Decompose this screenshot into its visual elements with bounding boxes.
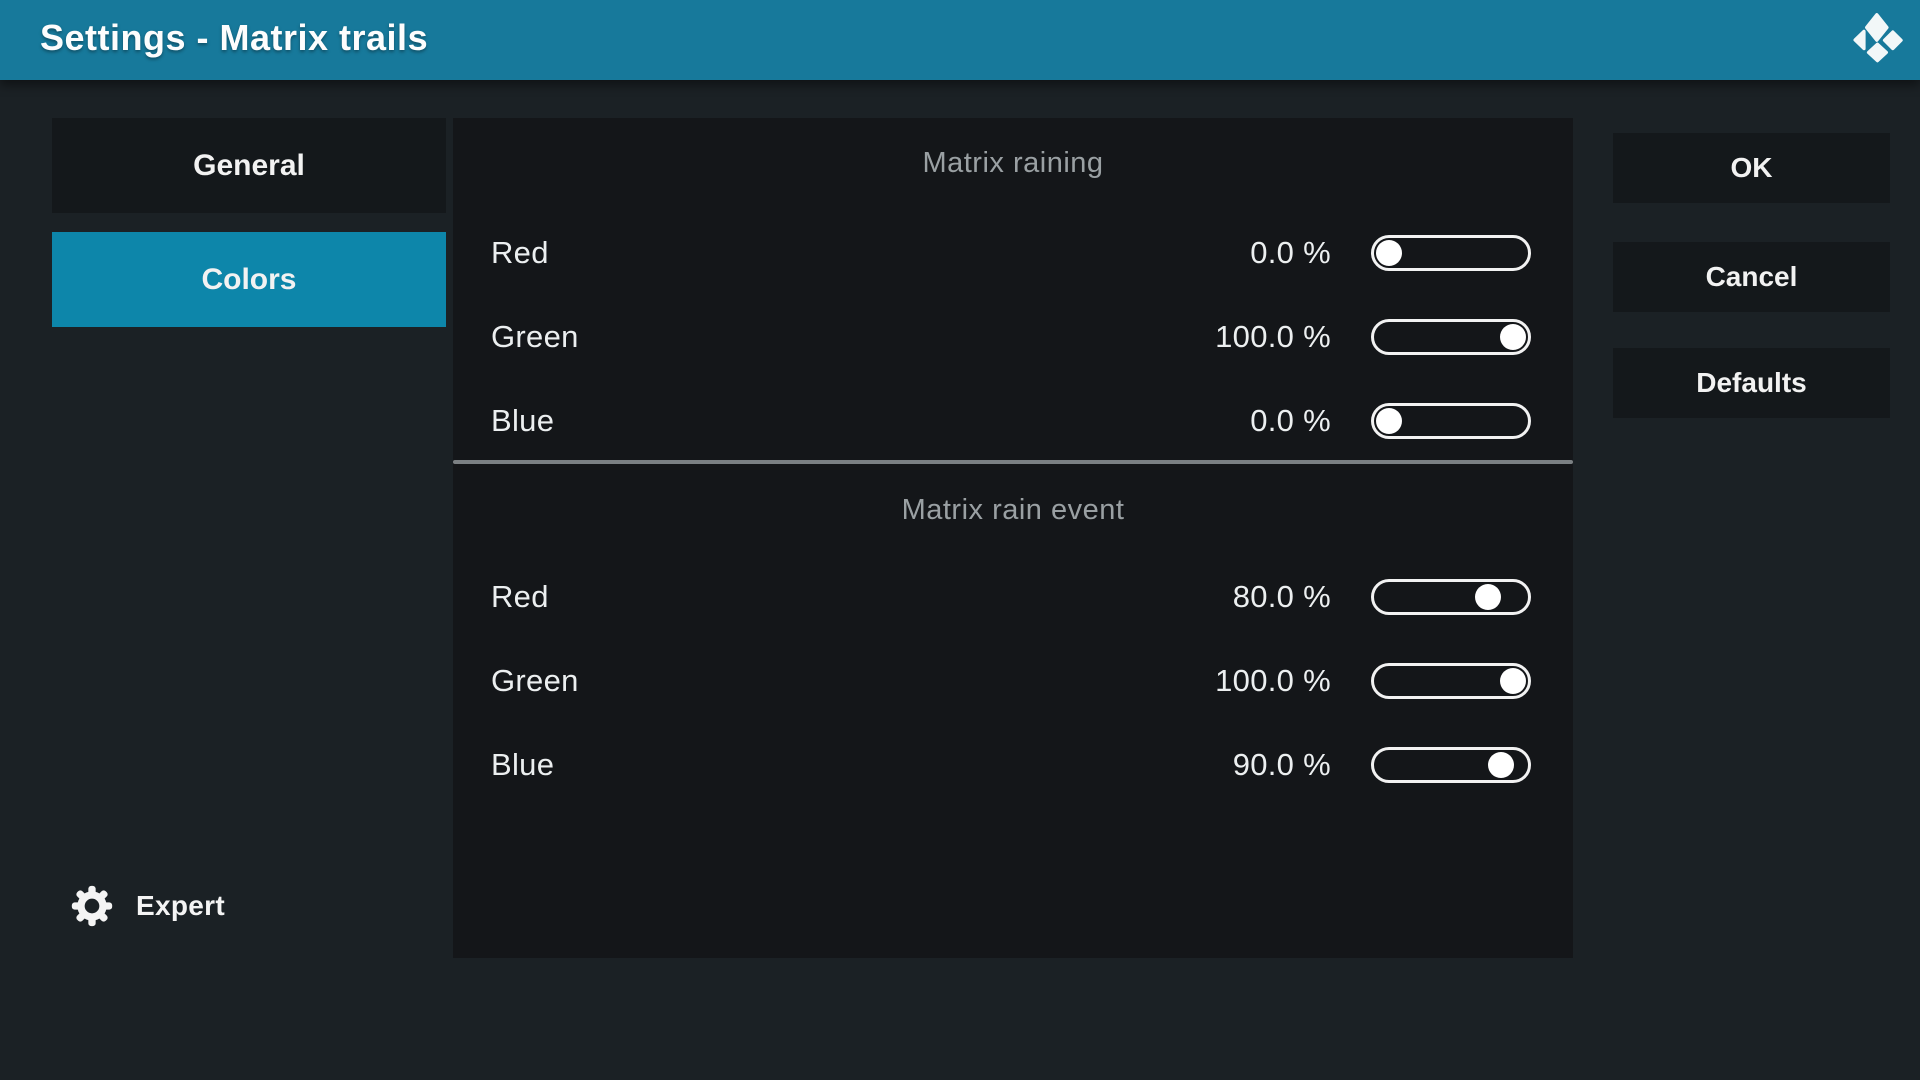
slider-knob[interactable] xyxy=(1500,668,1526,694)
slider-event-red[interactable] xyxy=(1371,579,1531,615)
sidebar-item-label: General xyxy=(193,149,305,183)
sidebar-item-general[interactable]: General xyxy=(52,118,446,213)
settings-level-toggle[interactable]: Expert xyxy=(70,882,225,930)
slider-knob[interactable] xyxy=(1488,752,1514,778)
setting-row-event-blue[interactable]: Blue 90.0 % xyxy=(453,741,1573,789)
settings-panel: Matrix raining Red 0.0 % Green 100.0 % B… xyxy=(453,118,1573,958)
setting-value: 90.0 % xyxy=(1161,747,1331,783)
setting-row-raining-red[interactable]: Red 0.0 % xyxy=(453,229,1573,277)
setting-row-raining-blue[interactable]: Blue 0.0 % xyxy=(453,397,1573,445)
setting-row-event-green[interactable]: Green 100.0 % xyxy=(453,657,1573,705)
setting-row-raining-green[interactable]: Green 100.0 % xyxy=(453,313,1573,361)
sidebar-item-label: Colors xyxy=(201,263,296,297)
ok-button-label: OK xyxy=(1731,152,1773,184)
setting-value: 100.0 % xyxy=(1161,319,1331,355)
slider-knob[interactable] xyxy=(1475,584,1501,610)
slider-event-green[interactable] xyxy=(1371,663,1531,699)
kodi-logo-icon xyxy=(1848,10,1912,68)
cancel-button-label: Cancel xyxy=(1706,261,1798,293)
setting-label: Red xyxy=(491,579,1161,615)
slider-knob[interactable] xyxy=(1500,324,1526,350)
slider-raining-red[interactable] xyxy=(1371,235,1531,271)
setting-value: 0.0 % xyxy=(1161,235,1331,271)
setting-label: Red xyxy=(491,235,1161,271)
setting-label: Green xyxy=(491,663,1161,699)
cancel-button[interactable]: Cancel xyxy=(1613,242,1890,312)
header-bar: Settings - Matrix trails xyxy=(0,0,1920,80)
slider-knob[interactable] xyxy=(1376,408,1402,434)
ok-button[interactable]: OK xyxy=(1613,133,1890,203)
defaults-button[interactable]: Defaults xyxy=(1613,348,1890,418)
setting-value: 80.0 % xyxy=(1161,579,1331,615)
setting-row-event-red[interactable]: Red 80.0 % xyxy=(453,573,1573,621)
defaults-button-label: Defaults xyxy=(1696,367,1806,399)
setting-label: Green xyxy=(491,319,1161,355)
slider-event-blue[interactable] xyxy=(1371,747,1531,783)
setting-label: Blue xyxy=(491,403,1161,439)
setting-value: 0.0 % xyxy=(1161,403,1331,439)
settings-level-label: Expert xyxy=(136,890,225,922)
setting-value: 100.0 % xyxy=(1161,663,1331,699)
section-title-matrix-raining: Matrix raining xyxy=(453,143,1573,183)
page-title: Settings - Matrix trails xyxy=(40,0,428,76)
settings-dialog: Settings - Matrix trails General Colors … xyxy=(0,0,1920,1080)
section-divider xyxy=(453,460,1573,464)
slider-knob[interactable] xyxy=(1376,240,1402,266)
slider-raining-blue[interactable] xyxy=(1371,403,1531,439)
sidebar-item-colors[interactable]: Colors xyxy=(52,232,446,327)
setting-label: Blue xyxy=(491,747,1161,783)
gear-icon xyxy=(70,883,114,929)
slider-raining-green[interactable] xyxy=(1371,319,1531,355)
section-title-matrix-rain-event: Matrix rain event xyxy=(453,490,1573,530)
